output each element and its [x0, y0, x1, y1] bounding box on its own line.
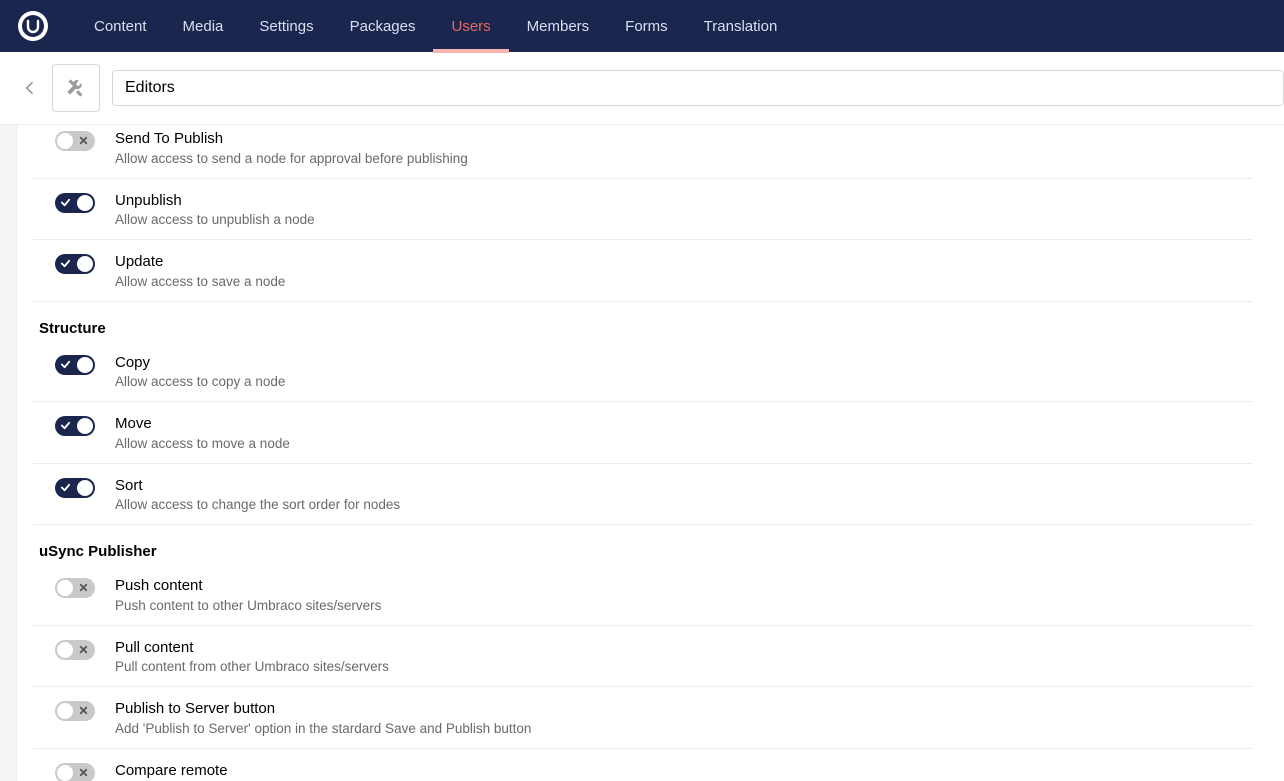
permission-text: Pull contentPull content from other Umbr…: [115, 638, 389, 675]
permission-label: Move: [115, 414, 290, 434]
permission-description: Allow access to change the sort order fo…: [115, 497, 400, 512]
toggle-knob: [57, 642, 73, 658]
umbraco-logo[interactable]: [18, 11, 48, 41]
check-icon: [60, 482, 71, 496]
permission-label: Compare remote: [115, 761, 385, 781]
umbraco-logo-icon: [21, 14, 45, 38]
permission-label: Update: [115, 252, 285, 272]
permission-toggle[interactable]: [55, 763, 95, 781]
permission-description: Push content to other Umbraco sites/serv…: [115, 598, 381, 613]
permission-text: Publish to Server button Add 'Publish to …: [115, 699, 531, 736]
permissions-panel: Send To Publish Allow access to send a no…: [16, 125, 1284, 781]
permission-toggle[interactable]: [55, 131, 95, 151]
permission-text: Move Allow access to move a node: [115, 414, 290, 451]
toggle-knob: [77, 418, 93, 434]
check-icon: [60, 197, 71, 211]
permission-row: Update Allow access to save a node: [33, 240, 1252, 302]
permission-text: CopyAllow access to copy a node: [115, 353, 285, 390]
permission-text: SortAllow access to change the sort orde…: [115, 476, 400, 513]
permission-toggle[interactable]: [55, 193, 95, 213]
permission-description: Allow access to send a node for approval…: [115, 151, 468, 166]
permission-description: Add 'Publish to Server' option in the st…: [115, 721, 531, 736]
permission-description: Pull content from other Umbraco sites/se…: [115, 659, 389, 674]
nav-item-content[interactable]: Content: [76, 0, 165, 52]
x-icon: [78, 644, 89, 658]
permission-label: Send To Publish: [115, 129, 468, 149]
permission-description: Allow access to unpublish a node: [115, 212, 315, 227]
x-icon: [78, 767, 89, 781]
permission-label: Sort: [115, 476, 400, 496]
section-heading: uSync Publisher: [17, 525, 1284, 564]
permission-toggle[interactable]: [55, 416, 95, 436]
permission-description: Allow access to copy a node: [115, 374, 285, 389]
nav-item-settings[interactable]: Settings: [241, 0, 331, 52]
arrow-left-icon: [22, 80, 38, 96]
permission-row: Publish to Server button Add 'Publish to …: [33, 687, 1252, 749]
permission-text: Update Allow access to save a node: [115, 252, 285, 289]
nav-item-users[interactable]: Users: [433, 0, 508, 52]
permission-toggle[interactable]: [55, 578, 95, 598]
permission-label: Push content: [115, 576, 381, 596]
permission-row: Push content Push content to other Umbrac…: [33, 564, 1252, 626]
permission-label: Pull content: [115, 638, 389, 658]
permission-row: SortAllow access to change the sort orde…: [33, 464, 1252, 526]
section-heading: Structure: [17, 302, 1284, 341]
x-icon: [78, 705, 89, 719]
permission-row: CopyAllow access to copy a node: [33, 341, 1252, 403]
permission-toggle[interactable]: [55, 254, 95, 274]
x-icon: [78, 135, 89, 149]
permission-text: Push content Push content to other Umbrac…: [115, 576, 381, 613]
permission-row: Compare remoteCompare a with a remote ve…: [33, 749, 1252, 781]
nav-item-members[interactable]: Members: [509, 0, 608, 52]
check-icon: [60, 359, 71, 373]
back-button[interactable]: [16, 74, 44, 102]
toggle-knob: [57, 133, 73, 149]
permission-row: Pull contentPull content from other Umbr…: [33, 626, 1252, 688]
permission-row: Move Allow access to move a node: [33, 402, 1252, 464]
nav-item-packages[interactable]: Packages: [332, 0, 434, 52]
content-scroll[interactable]: Send To Publish Allow access to send a no…: [0, 125, 1284, 781]
toggle-knob: [57, 765, 73, 781]
permission-label: Unpublish: [115, 191, 315, 211]
permission-row: UnpublishAllow access to unpublish a nod…: [33, 179, 1252, 241]
permission-toggle[interactable]: [55, 640, 95, 660]
group-name-input[interactable]: [112, 70, 1284, 106]
toggle-knob: [77, 195, 93, 211]
toggle-knob: [57, 580, 73, 596]
nav-item-media[interactable]: Media: [165, 0, 242, 52]
top-nav: ContentMediaSettingsPackagesUsersMembers…: [0, 0, 1284, 52]
permission-text: UnpublishAllow access to unpublish a nod…: [115, 191, 315, 228]
check-icon: [60, 420, 71, 434]
permission-toggle[interactable]: [55, 701, 95, 721]
permission-text: Send To Publish Allow access to send a no…: [115, 129, 468, 166]
permission-label: Publish to Server button: [115, 699, 531, 719]
toggle-knob: [77, 357, 93, 373]
check-icon: [60, 258, 71, 272]
permission-row: Send To Publish Allow access to send a no…: [33, 125, 1252, 179]
tools-icon: [63, 75, 89, 101]
toggle-knob: [77, 480, 93, 496]
toggle-knob: [57, 703, 73, 719]
permission-toggle[interactable]: [55, 478, 95, 498]
permission-toggle[interactable]: [55, 355, 95, 375]
icon-picker-button[interactable]: [52, 64, 100, 112]
permission-text: Compare remoteCompare a with a remote ve…: [115, 761, 385, 781]
toggle-knob: [77, 256, 93, 272]
permission-description: Allow access to save a node: [115, 274, 285, 289]
nav-item-forms[interactable]: Forms: [607, 0, 686, 52]
permission-description: Allow access to move a node: [115, 436, 290, 451]
permission-label: Copy: [115, 353, 285, 373]
nav-item-translation[interactable]: Translation: [686, 0, 796, 52]
x-icon: [78, 582, 89, 596]
editor-header: [0, 52, 1284, 125]
